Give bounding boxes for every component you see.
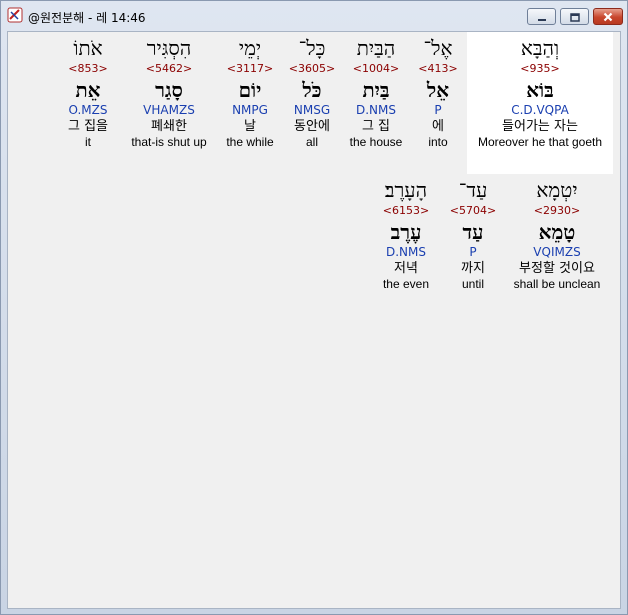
korean-gloss: 저녁 — [394, 261, 418, 276]
close-icon — [603, 7, 613, 26]
hebrew-word: וְהַבָּא — [520, 36, 560, 60]
morphology: NMPG — [232, 103, 268, 117]
hebrew-word: עַד־ — [458, 178, 488, 202]
english-gloss: that-is shut up — [131, 135, 207, 149]
korean-gloss: 폐쇄한 — [151, 119, 187, 134]
word-3[interactable]: הַבַּיִת <1004> בַּיִת D.NMS 그 집 the hou… — [344, 36, 408, 150]
lemma: בּוֹא — [526, 78, 554, 102]
lemma: עֶרֶב — [390, 220, 422, 244]
english-gloss: Moreover he that goeth — [477, 135, 603, 149]
app-logo-icon[interactable] — [7, 7, 23, 23]
hebrew-word: הַבַּיִת — [356, 36, 396, 60]
lemma: עַד — [462, 220, 484, 244]
morphology: O.MZS — [68, 103, 108, 117]
hebrew-word: כָּל־ — [298, 36, 326, 60]
lemma: טָמֵא — [538, 220, 576, 244]
minimize-button[interactable] — [527, 8, 556, 25]
english-gloss: the while — [226, 135, 274, 149]
korean-gloss: 들어가는 자는 — [502, 119, 578, 134]
morphology: P — [434, 103, 442, 117]
strong-number: <853> — [68, 62, 108, 75]
word-6[interactable]: הִסְגִּיר <5462> סָגַר VHAMZS 폐쇄한 that-i… — [122, 36, 216, 150]
morphology: P — [469, 245, 477, 259]
word-7[interactable]: אֹתוֹ <853> אֵת O.MZS 그 집을 it — [58, 36, 118, 150]
morphology: D.NMS — [385, 245, 426, 259]
strong-number: <3117> — [226, 62, 274, 75]
lemma: כֹּל — [302, 78, 322, 102]
lemma: אֵת — [75, 78, 101, 102]
english-gloss: the even — [382, 277, 430, 291]
lemma: אֵל — [426, 78, 450, 102]
app-window: @원전분해 - 레 14:46 וְהַבָּא <935> בּוֹא C.D… — [0, 0, 628, 615]
interlinear-panel[interactable]: וְהַבָּא <935> בּוֹא C.D.VQPA 들어가는 자는 Mo… — [7, 31, 621, 609]
hebrew-word: יִטְמָא — [536, 178, 578, 202]
morphology: VHAMZS — [143, 103, 195, 117]
morphology: D.NMS — [355, 103, 396, 117]
close-button[interactable] — [593, 8, 623, 25]
hebrew-word: יְמֵי — [238, 36, 262, 60]
hebrew-word: אֶל־ — [423, 36, 453, 60]
english-gloss: shall be unclean — [513, 277, 601, 291]
hebrew-word: אֹתוֹ — [73, 36, 103, 60]
korean-gloss: 까지 — [461, 261, 485, 276]
strong-number: <2930> — [533, 204, 581, 217]
word-4[interactable]: כָּל־ <3605> כֹּל NMSG 동안에 all — [284, 36, 340, 150]
english-gloss: until — [461, 277, 484, 291]
minimize-icon — [537, 7, 547, 26]
word-8[interactable]: יִטְמָא <2930> טָמֵא VQIMZS 부정할 것이요 shal… — [504, 178, 610, 292]
strong-number: <6153> — [382, 204, 430, 217]
morphology: C.D.VQPA — [511, 103, 569, 117]
english-gloss: into — [428, 135, 448, 149]
hebrew-word: הִסְגִּיר — [146, 36, 192, 60]
word-10[interactable]: הָעָרֶב׃ <6153> עֶרֶב D.NMS 저녁 the even — [370, 178, 442, 292]
strong-number: <413> — [418, 62, 458, 75]
english-gloss: the house — [349, 135, 403, 149]
word-9[interactable]: עַד־ <5704> עַד P 까지 until — [446, 178, 500, 292]
lemma: סָגַר — [155, 78, 183, 102]
korean-gloss: 그 집을 — [67, 119, 108, 134]
english-gloss: it — [85, 135, 91, 149]
korean-gloss: 날 — [244, 119, 256, 134]
word-2[interactable]: אֶל־ <413> אֵל P 에 into — [412, 36, 464, 150]
hebrew-word: הָעָרֶב׃ — [384, 178, 428, 202]
strong-number: <1004> — [352, 62, 400, 75]
strong-number: <3605> — [288, 62, 336, 75]
korean-gloss: 에 — [432, 119, 444, 134]
maximize-button[interactable] — [560, 8, 589, 25]
title-bar[interactable]: @원전분해 - 레 14:46 — [1, 1, 627, 30]
word-1[interactable]: וְהַבָּא <935> בּוֹא C.D.VQPA 들어가는 자는 Mo… — [467, 36, 613, 150]
english-gloss: all — [305, 135, 318, 149]
korean-gloss: 부정할 것이요 — [519, 261, 595, 276]
lemma: יוֹם — [238, 78, 262, 102]
korean-gloss: 그 집 — [361, 119, 391, 134]
korean-gloss: 동안에 — [294, 119, 330, 134]
lemma: בַּיִת — [362, 78, 390, 102]
window-title: @원전분해 - 레 14:46 — [28, 11, 146, 25]
strong-number: <5462> — [145, 62, 193, 75]
maximize-icon — [569, 7, 580, 26]
morphology: VQIMZS — [533, 245, 581, 259]
strong-number: <935> — [520, 62, 560, 75]
strong-number: <5704> — [449, 204, 497, 217]
morphology: NMSG — [293, 103, 331, 117]
word-5[interactable]: יְמֵי <3117> יוֹם NMPG 날 the while — [220, 36, 280, 150]
